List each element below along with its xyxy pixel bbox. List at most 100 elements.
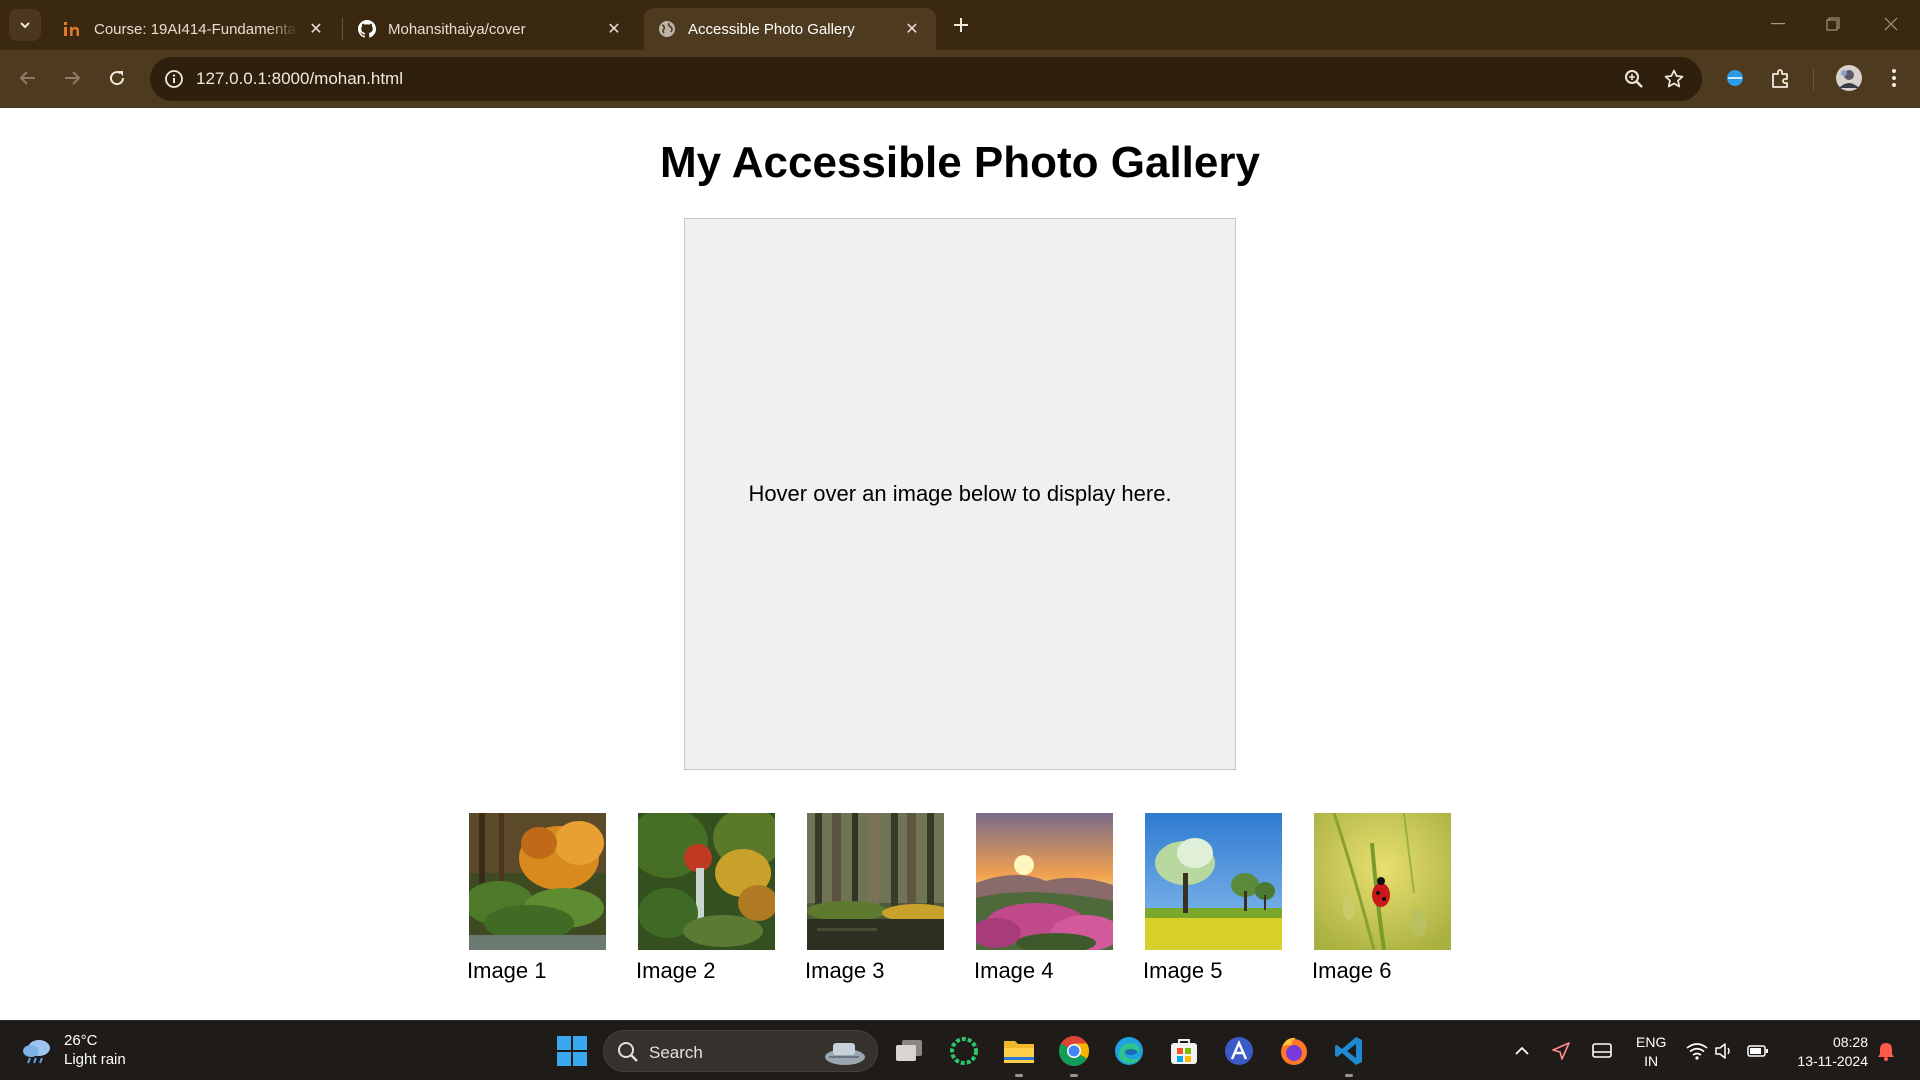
site-info-icon[interactable]: [162, 67, 186, 91]
notification-button[interactable]: [1874, 1039, 1898, 1063]
thumbnail-image[interactable]: [469, 813, 606, 950]
gallery-item[interactable]: Image 4: [974, 813, 1114, 984]
task-view-button[interactable]: [890, 1032, 928, 1070]
browser-toolbar: 127.0.0.1:8000/mohan.html: [0, 50, 1920, 108]
tab-gallery[interactable]: Accessible Photo Gallery ✕: [644, 8, 936, 50]
gallery-item[interactable]: Image 1: [467, 813, 607, 984]
a-app-icon: [1225, 1037, 1253, 1065]
taskbar-store[interactable]: [1165, 1032, 1203, 1070]
kebab-menu-icon: [1892, 69, 1896, 87]
language-indicator[interactable]: ENG IN: [1636, 1033, 1666, 1071]
speaker-icon: [1715, 1043, 1730, 1059]
taskbar-edge[interactable]: [1110, 1032, 1148, 1070]
thumbnail-caption: Image 4: [974, 958, 1054, 983]
thumbnail-caption: Image 6: [1312, 958, 1392, 983]
browser-tab-strip: Course: 19AI414-Fundamentals ✕ Mohansith…: [0, 0, 1920, 50]
location-arrow-icon: [1552, 1042, 1570, 1060]
taskbar-app-a[interactable]: [1220, 1032, 1258, 1070]
extension-icon[interactable]: [1720, 63, 1750, 93]
search-label: Search: [649, 1043, 703, 1062]
weather-condition: Light rain: [64, 1051, 126, 1068]
thumbnail-caption: Image 3: [805, 958, 885, 983]
thumbnail-gallery: Image 1 Image 2 Image 3 Image 4 Image 5 …: [467, 813, 1467, 1003]
close-window-button[interactable]: [1871, 8, 1911, 40]
edge-icon: [1115, 1037, 1143, 1065]
avatar[interactable]: [1834, 63, 1864, 93]
browser-menu-button[interactable]: [1879, 63, 1909, 93]
location-tray-icon[interactable]: [1549, 1039, 1573, 1063]
restore-button[interactable]: [1813, 8, 1853, 40]
address-bar[interactable]: 127.0.0.1:8000/mohan.html: [150, 57, 1702, 101]
back-button[interactable]: [12, 62, 44, 94]
url-text[interactable]: 127.0.0.1:8000/mohan.html: [196, 69, 403, 89]
taskbar-app-ring[interactable]: [945, 1032, 983, 1070]
taskbar-vscode[interactable]: [1330, 1032, 1368, 1077]
display-placeholder-text: Hover over an image below to display her…: [748, 481, 1172, 506]
forward-button[interactable]: [56, 62, 88, 94]
close-tab-icon[interactable]: ✕: [604, 19, 624, 39]
task-view-icon: [896, 1040, 922, 1061]
puzzle-icon[interactable]: [1766, 63, 1796, 93]
thumbnail-image[interactable]: [1314, 813, 1451, 950]
display-tray-icon[interactable]: [1590, 1039, 1614, 1063]
battery-tray-icon[interactable]: [1746, 1039, 1770, 1063]
search-highlight-icon: [825, 1043, 865, 1065]
clock-time: 08:28: [1832, 1034, 1868, 1050]
toolbar-separator: [1813, 68, 1814, 90]
close-tab-icon[interactable]: ✕: [306, 19, 326, 39]
tab-title: Accessible Photo Gallery: [688, 20, 855, 38]
vscode-icon: [1335, 1037, 1362, 1065]
running-indicator: [1015, 1074, 1023, 1077]
bookmark-star-icon[interactable]: [1662, 67, 1686, 91]
minimize-icon: [1771, 23, 1785, 25]
show-hidden-icons-button[interactable]: [1510, 1039, 1534, 1063]
running-indicator: [1345, 1074, 1353, 1077]
reload-button[interactable]: [101, 62, 133, 94]
arrow-left-icon: [19, 71, 35, 85]
store-icon: [1171, 1039, 1197, 1064]
weather-temp: 26°C: [64, 1032, 98, 1049]
globe-icon: [658, 20, 676, 38]
tab-title: Course: 19AI414-Fundamentals: [94, 20, 298, 38]
chrome-icon: [1059, 1036, 1090, 1067]
tab-search-button[interactable]: [9, 9, 41, 41]
arrow-right-icon: [65, 71, 81, 85]
thumbnail-caption: Image 1: [467, 958, 547, 983]
taskbar-chrome[interactable]: [1055, 1032, 1093, 1077]
search-icon: [618, 1042, 638, 1062]
gallery-item[interactable]: Image 5: [1143, 813, 1283, 984]
in-logo-icon: [64, 20, 82, 38]
thumbnail-caption: Image 5: [1143, 958, 1223, 983]
system-clock[interactable]: 08:28 13-11-2024: [1782, 1033, 1868, 1071]
taskbar-file-explorer[interactable]: [1000, 1032, 1038, 1077]
taskbar-search[interactable]: Search: [603, 1030, 878, 1072]
close-icon: [1884, 17, 1898, 31]
windows-logo-icon: [557, 1036, 587, 1066]
wifi-tray-icon[interactable]: [1685, 1039, 1709, 1063]
clock-date: 13-11-2024: [1797, 1053, 1868, 1069]
start-button[interactable]: [556, 1035, 588, 1067]
weather-widget[interactable]: 26°C Light rain: [20, 1031, 126, 1069]
zoom-icon[interactable]: [1622, 67, 1646, 91]
gallery-item[interactable]: Image 6: [1312, 813, 1452, 984]
chevron-down-icon: [20, 22, 30, 29]
thumbnail-caption: Image 2: [636, 958, 716, 983]
running-indicator: [1070, 1074, 1078, 1077]
thumbnail-image[interactable]: [807, 813, 944, 950]
taskbar-firefox[interactable]: [1275, 1032, 1313, 1070]
tab-github[interactable]: Mohansithaiya/cover ✕: [344, 8, 638, 50]
image-display-area: Hover over an image below to display her…: [684, 218, 1236, 770]
gallery-item[interactable]: Image 2: [636, 813, 776, 984]
bell-icon: [1878, 1043, 1894, 1061]
gallery-item[interactable]: Image 3: [805, 813, 945, 984]
thumbnail-image[interactable]: [1145, 813, 1282, 950]
thumbnail-image[interactable]: [638, 813, 775, 950]
new-tab-button[interactable]: [948, 12, 974, 38]
restore-icon: [1826, 17, 1840, 31]
tab-course[interactable]: Course: 19AI414-Fundamentals ✕: [50, 8, 340, 50]
close-tab-icon[interactable]: ✕: [902, 19, 922, 39]
volume-tray-icon[interactable]: [1712, 1039, 1736, 1063]
thumbnail-image[interactable]: [976, 813, 1113, 950]
tab-title: Mohansithaiya/cover: [388, 20, 526, 38]
minimize-button[interactable]: [1758, 8, 1798, 40]
